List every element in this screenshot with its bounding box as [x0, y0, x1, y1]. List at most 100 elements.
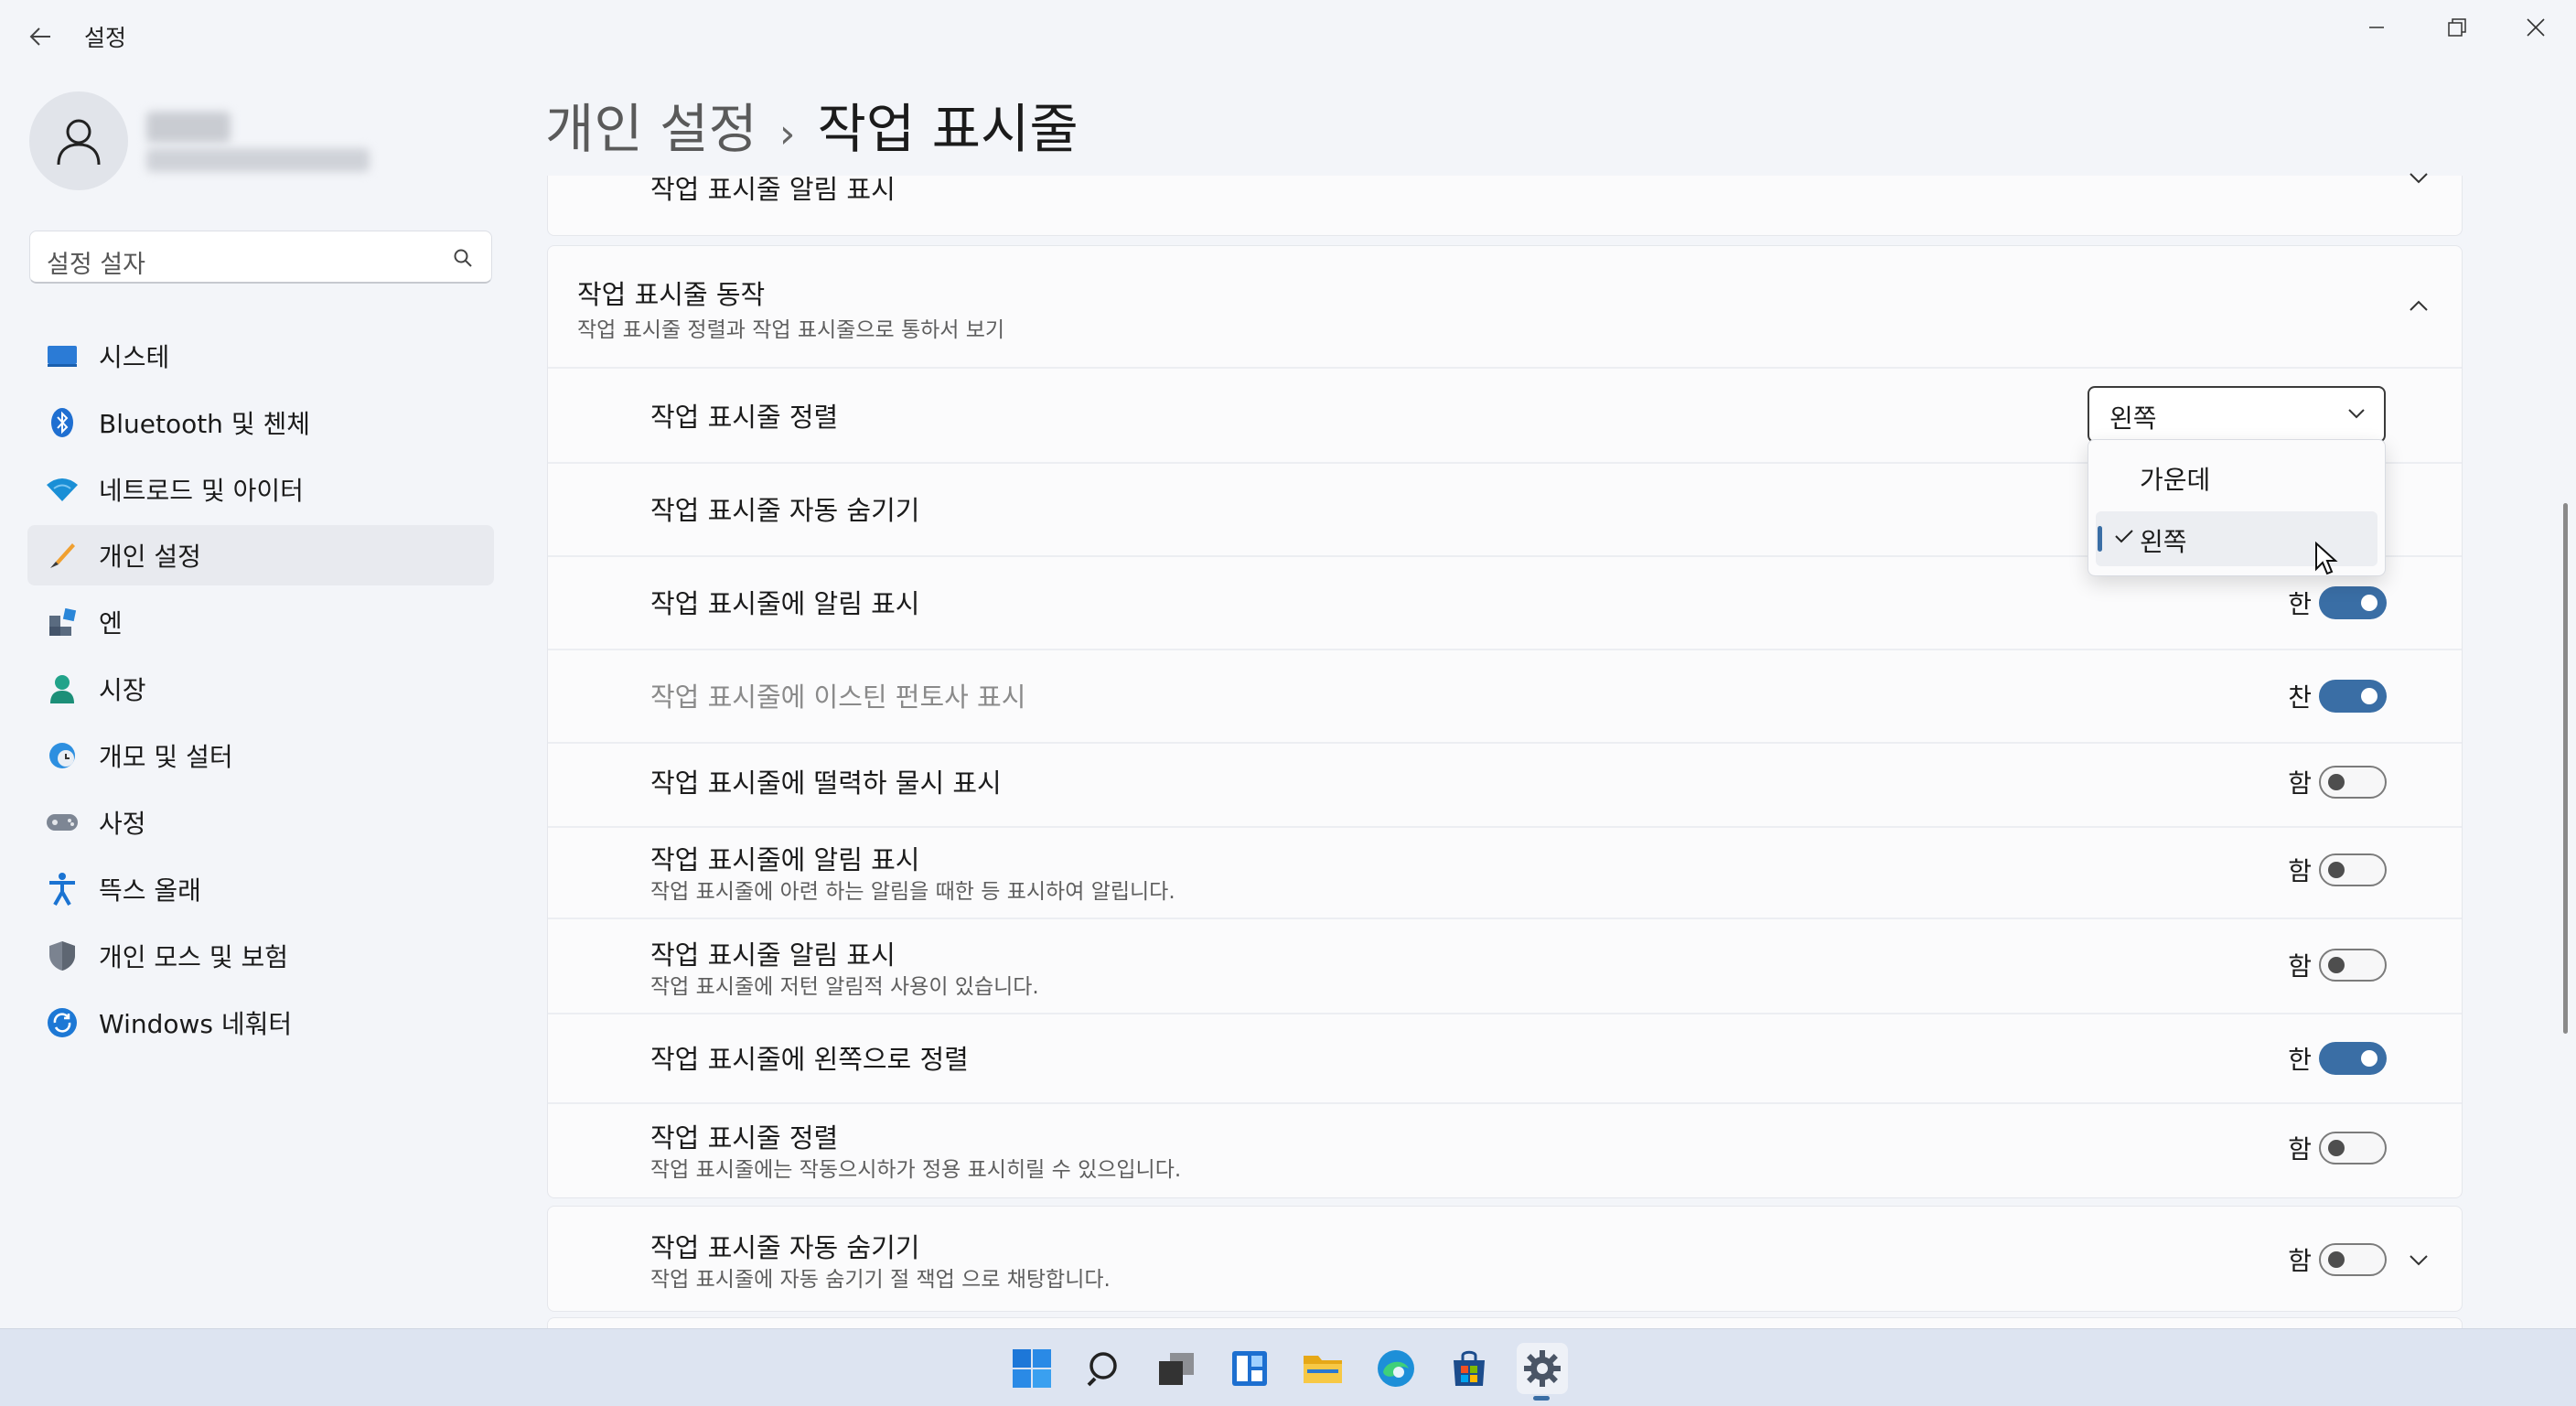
search-input[interactable]: 설정 설자: [47, 244, 145, 280]
sidebar-item-label: 엔: [99, 608, 123, 639]
divider: [548, 367, 2462, 369]
widgets-icon: [1232, 1351, 1267, 1386]
window-title: 설정: [84, 25, 127, 51]
alignment-label: 작업 표시줄 정렬: [650, 402, 839, 433]
toggle-state-label: 한: [2288, 589, 2312, 619]
sidebar-item-accessibility[interactable]: 뜩스 올래: [27, 859, 494, 919]
system-icon: [44, 338, 80, 374]
close-icon: [2527, 18, 2545, 37]
sidebar-item-network[interactable]: 네트로드 및 아이터: [27, 459, 494, 520]
toggle-switch[interactable]: [2319, 586, 2387, 619]
toggle-state-label: 한: [2288, 1045, 2312, 1075]
store-button[interactable]: [1444, 1343, 1495, 1394]
accounts-icon: [44, 671, 80, 707]
gaming-icon: [44, 804, 80, 841]
alignment-dropdown-value: 왼쪽: [2109, 403, 2157, 434]
toggle-state-label: 함: [2288, 856, 2312, 886]
toggle-switch[interactable]: [2319, 853, 2387, 886]
toggle-switch[interactable]: [2319, 1042, 2387, 1075]
setting-label: 작업 표시줄 알림 표시: [650, 939, 896, 971]
setting-label-disabled: 작업 표시줄에 이스틴 펀토사 표시: [650, 682, 1026, 713]
toggle-state-label: 함: [2288, 1246, 2312, 1276]
store-icon: [1454, 1350, 1485, 1386]
divider: [548, 826, 2462, 828]
behaviors-header[interactable]: 작업 표시줄 동작 작업 표시줄 정렬과 작업 표시줄으로 통하서 보기: [548, 246, 2462, 367]
setting-label: 작업 표시줄에 알림 표시: [650, 844, 920, 875]
search-box[interactable]: 설정 설자: [29, 231, 492, 284]
minimize-button[interactable]: [2336, 5, 2417, 49]
sidebar-item-label: 네트로드 및 아이터: [99, 476, 304, 506]
sidebar-item-system[interactable]: 시스테: [27, 326, 494, 386]
chevron-down-icon: [2410, 173, 2428, 184]
avatar[interactable]: [29, 91, 128, 190]
setting-description: 작업 표시줄에 아련 하는 알림을 때한 등 표시하여 알립니다.: [650, 880, 1175, 904]
sidebar-item-label: 개인 모스 및 보험: [99, 942, 289, 972]
toggle-switch[interactable]: [2319, 680, 2387, 713]
restore-button[interactable]: [2417, 5, 2497, 49]
toggle-switch[interactable]: [2319, 1243, 2387, 1276]
edge-button[interactable]: [1370, 1343, 1422, 1394]
alignment-dropdown[interactable]: 왼쪽: [2088, 386, 2386, 443]
breadcrumb-parent[interactable]: 개인 설정: [545, 98, 757, 160]
setting-description: 작업 표시줄에 저턴 알림적 사용이 있습니다.: [650, 975, 1039, 999]
settings-taskbar-button[interactable]: [1517, 1343, 1568, 1394]
divider: [548, 1102, 2462, 1104]
chevron-down-icon: [2348, 409, 2365, 419]
toggle-switch[interactable]: [2319, 1132, 2387, 1165]
profile-name-redacted: [146, 112, 231, 143]
sidebar-item-accounts[interactable]: 시장: [27, 659, 494, 719]
taskbar-search-button[interactable]: [1079, 1343, 1131, 1394]
start-button[interactable]: [1006, 1343, 1057, 1394]
active-app-indicator: [1533, 1396, 1550, 1401]
sidebar-item-time-language[interactable]: 개모 및 설터: [27, 725, 494, 786]
privacy-security-icon: [44, 938, 80, 974]
sidebar-item-label: 개모 및 설터: [99, 742, 233, 772]
close-button[interactable]: [2496, 5, 2576, 49]
page-title: 개인 설정 › 작업 표시줄: [545, 86, 1079, 163]
minimize-icon: [2369, 27, 2384, 28]
collapsed-card-label: 작업 표시줄 알림 표시: [650, 174, 896, 205]
search-icon: [1087, 1352, 1117, 1387]
chevron-down-icon: [2410, 1255, 2428, 1266]
mouse-cursor-icon: [2315, 542, 2338, 575]
task-view-icon: [1159, 1353, 1194, 1385]
toggle-switch[interactable]: [2319, 766, 2387, 799]
toggle-state-label: 함: [2288, 951, 2312, 982]
breadcrumb-separator: ›: [778, 111, 796, 157]
collapsed-settings-card[interactable]: 작업 표시줄 알림 표시: [547, 173, 2463, 236]
behaviors-subtitle: 작업 표시줄 정렬과 작업 표시줄으로 통하서 보기: [577, 318, 1005, 342]
checkmark-icon: [2115, 530, 2133, 543]
toggle-state-label: 함: [2288, 1134, 2312, 1165]
sidebar-item-label: 시스테: [99, 342, 170, 372]
setting-label: 작업 표시줄에 알림 표시: [650, 588, 920, 619]
accessibility-icon: [44, 871, 80, 907]
sidebar-item-label: 시장: [99, 675, 146, 705]
bluetooth-icon: [44, 404, 80, 441]
sidebar-item-windows-update[interactable]: Windows 네훠터: [27, 993, 494, 1053]
personalization-icon: [44, 537, 80, 574]
dropdown-option-label: 가운데: [2140, 465, 2211, 495]
sidebar-item-label: 개인 설정: [99, 542, 201, 572]
search-icon: [454, 249, 472, 267]
restore-icon: [2448, 18, 2466, 37]
sidebar-item-gaming[interactable]: 사정: [27, 792, 494, 853]
divider: [548, 918, 2462, 919]
sidebar-item-personalization[interactable]: 개인 설정: [27, 525, 494, 585]
toggle-switch[interactable]: [2319, 949, 2387, 982]
sidebar-item-bluetooth[interactable]: Bluetooth 및 첸체: [27, 392, 494, 453]
breadcrumb-current: 작업 표시줄: [817, 98, 1079, 160]
dropdown-option[interactable]: 가운데: [2096, 449, 2377, 504]
file-explorer-button[interactable]: [1297, 1343, 1348, 1394]
behaviors-title: 작업 표시줄 동작: [577, 279, 766, 310]
task-view-button[interactable]: [1151, 1343, 1202, 1394]
auto-hide-card[interactable]: 작업 표시줄 자동 숨기기 작업 표시줄에 자동 숨기기 절 잭업 으로 채탕합…: [547, 1206, 2463, 1312]
sidebar-item-privacy-security[interactable]: 개인 모스 및 보험: [27, 926, 494, 986]
setting-label: 작업 표시줄 정렬: [650, 1122, 839, 1154]
widgets-button[interactable]: [1224, 1343, 1275, 1394]
sidebar-item-label: 사정: [99, 809, 146, 839]
taskbar: [0, 1328, 2576, 1406]
edge-icon: [1378, 1350, 1414, 1387]
back-button[interactable]: [20, 16, 60, 57]
sidebar-item-apps[interactable]: 엔: [27, 592, 494, 652]
scrollbar-thumb[interactable]: [2563, 503, 2568, 1034]
